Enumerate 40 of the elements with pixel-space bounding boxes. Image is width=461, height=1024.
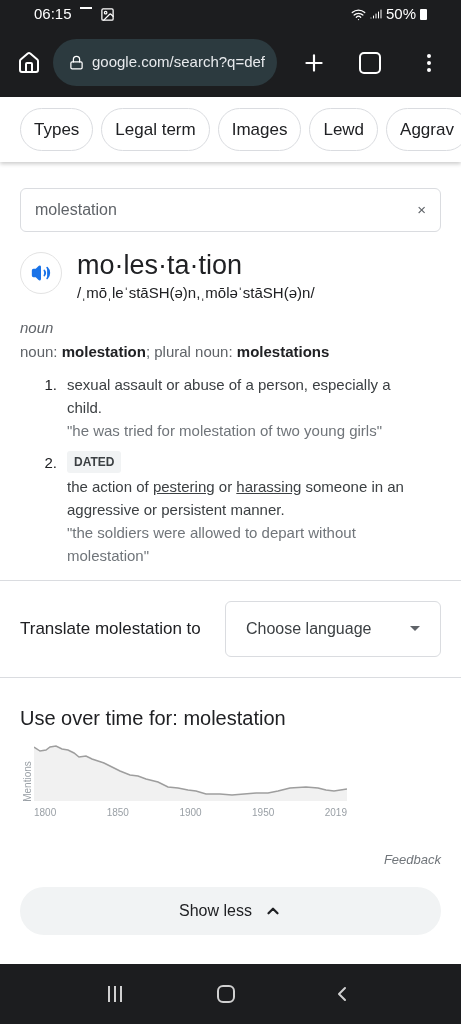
word-link[interactable]: pestering: [152, 477, 215, 495]
image-icon: [99, 6, 115, 22]
show-less-button[interactable]: Show less: [20, 887, 441, 935]
wifi-icon: [350, 6, 366, 22]
speaker-icon: [31, 263, 51, 283]
battery-icon: [420, 8, 427, 20]
usage-title: Use over time for: molestation: [20, 705, 287, 731]
axis-tick: 1800: [34, 805, 57, 820]
example-text: "he was tried for molestation of two young girls": [67, 420, 383, 441]
tab-switcher-icon[interactable]: [359, 51, 381, 74]
axis-tick: 2019: [324, 805, 347, 820]
clear-icon[interactable]: ×: [417, 198, 426, 222]
sense-number: 2.: [43, 452, 58, 473]
definition-text: the action of pestering or harassing someone in an aggressive or persistent manner.: [67, 476, 405, 520]
pronunciation: /ˌmōˌleˈstāSH(ə)n,ˌmōləˈstāSH(ə)n/: [77, 283, 315, 303]
lock-icon: [69, 55, 84, 70]
battery-level: 50%: [385, 3, 416, 24]
register-label: DATED: [67, 450, 122, 473]
language-select[interactable]: Choose language: [225, 600, 441, 657]
translate-label: Translate molestation to: [20, 617, 201, 640]
axis-label: Mentions: [20, 760, 34, 802]
home-button-icon[interactable]: [216, 985, 235, 1003]
search-field[interactable]: molestation ×: [20, 188, 441, 232]
word-link[interactable]: harassing: [236, 477, 302, 495]
status-time: 06:15: [34, 3, 72, 24]
definition-text: sexual assault or abuse of a person, especially a child.: [67, 374, 392, 418]
home-icon[interactable]: [17, 50, 41, 75]
dropdown-icon: [410, 626, 420, 631]
word-forms: noun: molestation; plural noun: molestations: [20, 342, 331, 362]
part-of-speech: noun: [20, 317, 55, 338]
axis-tick: 1850: [106, 805, 129, 820]
recent-apps-icon[interactable]: [107, 986, 122, 1002]
address-bar[interactable]: google.com/search?q=def: [53, 39, 277, 86]
sense-number: 1.: [43, 374, 58, 395]
example-text: "the soldiers were allowed to depart without molestation": [67, 522, 357, 566]
axis-tick: 1900: [179, 805, 202, 820]
headword: mo·les·ta·tion: [77, 249, 244, 282]
feedback-link[interactable]: Feedback: [383, 849, 441, 869]
url-text: google.com/search?q=def: [92, 52, 266, 73]
axis-tick: 1950: [252, 805, 275, 820]
